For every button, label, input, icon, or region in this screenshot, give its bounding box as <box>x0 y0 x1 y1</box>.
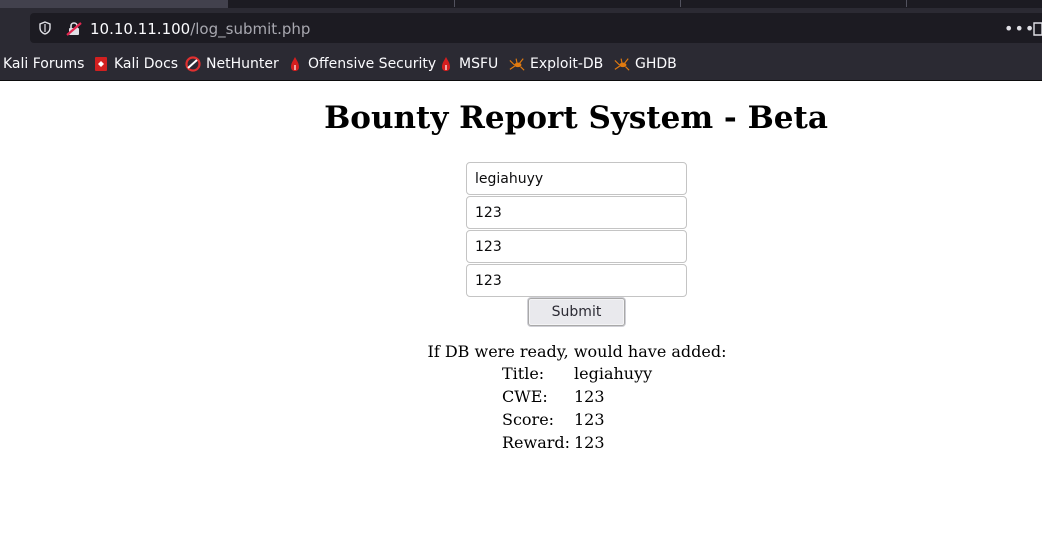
bookmark-offensive-security[interactable]: Offensive Security <box>287 55 436 73</box>
result-row: CWE: 123 <box>502 387 652 410</box>
url-host: 10.10.11.100 <box>90 20 191 38</box>
result-label: Reward: <box>502 433 571 452</box>
bookmark-kali-forums[interactable]: Kali Forums <box>3 55 84 73</box>
insecure-lock-icon[interactable] <box>66 21 82 37</box>
nav-bar: 10.10.11.100/log_submit.php ••• <box>0 8 1042 48</box>
bookmarks-toolbar: Kali Forums Kali Docs NetHunter Offensiv… <box>0 48 1042 81</box>
result-label: CWE: <box>502 387 548 406</box>
result-value: legiahuyy <box>574 364 653 383</box>
tab-separator <box>680 0 681 7</box>
result-value: 123 <box>574 387 605 406</box>
shield-icon[interactable] <box>38 21 52 35</box>
result-value: 123 <box>574 410 605 429</box>
result-intro: If DB were ready, would have added: <box>427 342 727 361</box>
bookmark-msfu[interactable]: MSFU <box>438 55 498 73</box>
tab-active[interactable] <box>0 0 228 8</box>
bookmark-exploit-db[interactable]: Exploit-DB <box>509 55 603 73</box>
bookmark-label: Kali Docs <box>114 56 179 72</box>
cwe-input[interactable] <box>466 196 687 229</box>
result-value: 123 <box>574 433 605 452</box>
bookmark-ghdb[interactable]: GHDB <box>614 55 677 73</box>
page-title: Bounty Report System - Beta <box>324 100 828 136</box>
result-label: Score: <box>502 410 555 429</box>
ghdb-icon <box>614 56 630 72</box>
tab-separator <box>454 0 455 7</box>
bookmark-label: Exploit-DB <box>530 56 604 72</box>
tab-strip <box>0 0 1042 8</box>
tab-separator <box>906 0 907 7</box>
bookmark-label: Kali Forums <box>3 56 85 72</box>
result-label: Title: <box>502 364 545 383</box>
kali-docs-icon <box>93 56 109 72</box>
bookmark-nethunter[interactable]: NetHunter <box>185 55 279 73</box>
score-input[interactable] <box>466 230 687 263</box>
reward-input[interactable] <box>466 264 687 297</box>
exploit-db-icon <box>509 56 525 72</box>
url-path: /log_submit.php <box>190 20 311 38</box>
url-text[interactable]: 10.10.11.100/log_submit.php <box>90 20 310 38</box>
bookmark-label: NetHunter <box>206 56 279 72</box>
bookmark-label: GHDB <box>635 56 677 72</box>
more-menu-icon[interactable]: ••• <box>1004 19 1035 38</box>
result-row: Title: legiahuyy <box>502 364 652 387</box>
result-table: Title: legiahuyy CWE: 123 Score: 123 Rew… <box>502 364 652 456</box>
nethunter-icon <box>185 56 201 72</box>
extension-icon[interactable] <box>1032 22 1042 36</box>
submit-button[interactable]: Submit <box>528 298 625 326</box>
result-row: Score: 123 <box>502 410 652 433</box>
bookmark-label: Offensive Security <box>308 56 437 72</box>
bookmark-label: MSFU <box>459 56 499 72</box>
offsec-icon <box>287 56 303 72</box>
title-input[interactable] <box>466 162 687 195</box>
result-row: Reward: 123 <box>502 433 652 456</box>
msfu-icon <box>438 56 454 72</box>
bookmark-kali-docs[interactable]: Kali Docs <box>93 55 178 73</box>
